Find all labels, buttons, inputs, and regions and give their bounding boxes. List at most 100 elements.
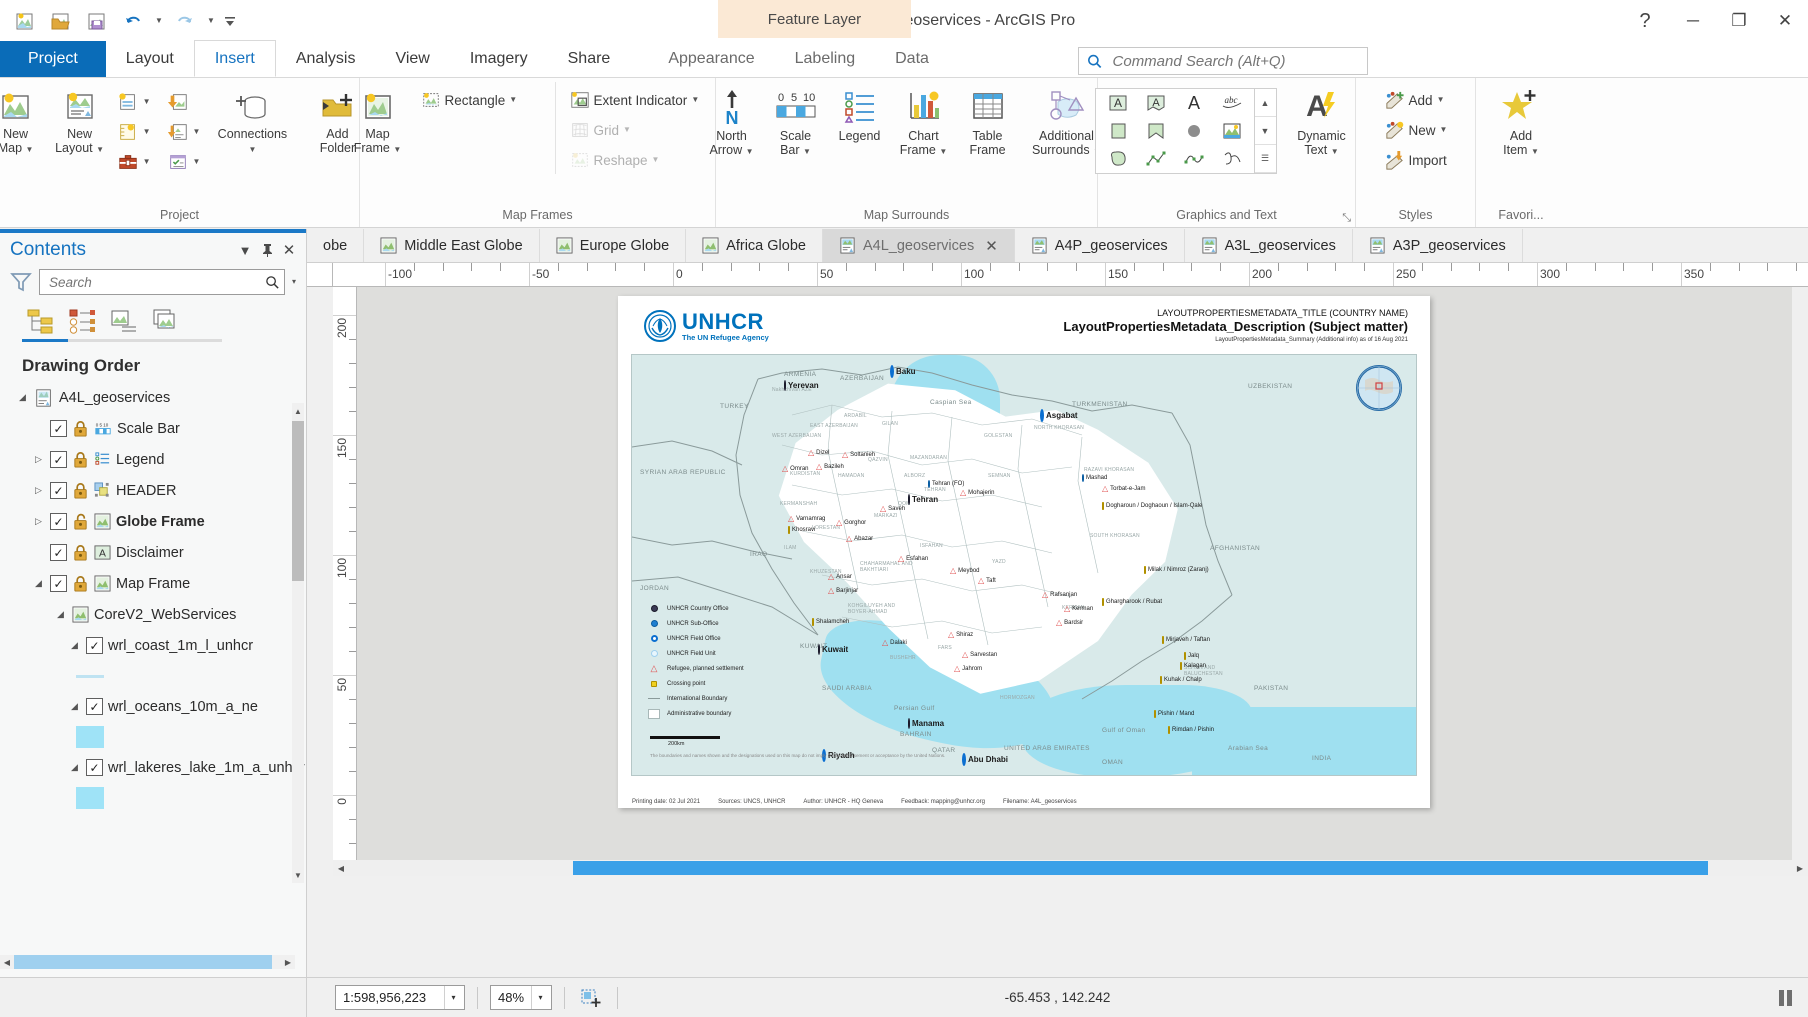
help-icon[interactable]: ?	[1620, 0, 1670, 42]
tree-item-globe-frame[interactable]: ▷ ✓ Globe Frame	[8, 506, 306, 537]
tree-item-legend[interactable]: ▷ ✓ Legend	[8, 444, 306, 475]
ribbon-tab-analysis[interactable]: Analysis	[276, 41, 376, 77]
tree-item-wrl-lakeres[interactable]: ◢ ✓ wrl_lakeres_lake_1m_a_unhcr	[8, 752, 306, 783]
gallery-expand-icon[interactable]: ☰	[1254, 145, 1276, 173]
new-notebook-dropdown-icon[interactable]: ▼	[143, 128, 151, 136]
scroll-down-icon[interactable]: ▼	[292, 867, 304, 883]
expander-icon[interactable]: ◢	[68, 640, 81, 651]
maximize-button[interactable]: ❐	[1716, 0, 1762, 42]
text-spline-icon[interactable]: abc	[1221, 92, 1243, 117]
list-by-selection-tab[interactable]	[64, 305, 100, 337]
view-tab-a4l-geoservices[interactable]: A4L_geoservices ✕	[822, 229, 1015, 262]
canvas-scroll-left-icon[interactable]: ◀	[333, 860, 349, 876]
extent-indicator-dropdown-icon[interactable]: ▼	[691, 96, 699, 104]
minimize-button[interactable]: ─	[1670, 0, 1716, 42]
layout-header[interactable]: UNHCR The UN Refugee Agency LAYOUTPROPER…	[618, 296, 1430, 354]
new-layout-button[interactable]: New Layout ▼	[49, 82, 111, 157]
canvas-horizontal-scrollbar[interactable]: ◀ ▶	[333, 860, 1808, 876]
new-style-dropdown-icon[interactable]: ▼	[1440, 126, 1448, 134]
freehand-polygon-icon[interactable]	[1107, 148, 1129, 173]
visibility-checkbox[interactable]: ✓	[50, 420, 67, 437]
list-by-drawing-order-tab[interactable]	[22, 305, 58, 337]
freehand-line-icon[interactable]	[1221, 148, 1243, 173]
layout-canvas[interactable]: UNHCR The UN Refugee Agency LAYOUTPROPER…	[357, 287, 1808, 860]
visibility-checkbox[interactable]: ✓	[50, 451, 67, 468]
view-tab-a3p-geoservices[interactable]: A3P_geoservices	[1353, 229, 1523, 262]
add-item-dropdown-icon[interactable]: ▼	[1531, 147, 1539, 156]
expander-icon[interactable]: ▷	[32, 516, 45, 527]
gallery-scroll-down-icon[interactable]: ▼	[1254, 117, 1276, 145]
rectangle-dropdown-icon[interactable]: ▼	[509, 96, 517, 104]
new-project-icon[interactable]	[8, 4, 42, 38]
command-search-input[interactable]	[1110, 51, 1359, 71]
visibility-checkbox[interactable]: ✓	[86, 637, 103, 654]
layout-map-frame[interactable]: TURKEY ARMENIA AZERBAIJAN TURKMENISTAN UZBEK…	[631, 354, 1417, 776]
text-rectangle-icon[interactable]: A	[1107, 92, 1129, 117]
add-favorite-item-button[interactable]: Add Item ▼	[1484, 82, 1558, 159]
legend-button[interactable]: Legend	[829, 82, 891, 145]
visibility-checkbox[interactable]: ✓	[50, 513, 67, 530]
map-scale-combo[interactable]: 1:598,956,223 ▾	[335, 985, 465, 1010]
lock-icon[interactable]	[72, 451, 89, 468]
chart-frame-button[interactable]: Chart Frame ▼	[893, 82, 955, 159]
filter-icon[interactable]	[10, 271, 32, 293]
new-notebook-button[interactable]: ▼	[113, 118, 155, 146]
text-plain-icon[interactable]: A	[1183, 92, 1205, 117]
tree-item-a4l-geoservices[interactable]: ◢ A4L_geoservices	[8, 382, 306, 413]
search-icon[interactable]	[265, 275, 280, 290]
pane-menu-icon[interactable]: ▼	[234, 239, 256, 261]
lock-icon[interactable]	[72, 482, 89, 499]
expander-icon[interactable]: ◢	[32, 578, 45, 589]
ribbon-tab-project[interactable]: Project	[0, 41, 106, 77]
ribbon-tab-view[interactable]: View	[375, 41, 449, 77]
tree-item-corev2-webservices[interactable]: ◢ CoreV2_WebServices	[8, 599, 306, 630]
new-style-button[interactable]: New ▼	[1380, 116, 1452, 144]
visibility-checkbox[interactable]: ✓	[50, 575, 67, 592]
polygon-shape-icon[interactable]	[1145, 120, 1167, 145]
north-arrow-dropdown-icon[interactable]: ▼	[746, 147, 754, 156]
view-tab-close-icon[interactable]: ✕	[985, 237, 998, 255]
map-scale-dropdown-icon[interactable]: ▾	[444, 986, 462, 1009]
map-frame-button[interactable]: Map Frame ▼	[341, 82, 415, 157]
expander-icon[interactable]: ▷	[32, 485, 45, 496]
ribbon-tab-labeling[interactable]: Labeling	[775, 41, 876, 77]
tree-item-wrl-oceans[interactable]: ◢ ✓ wrl_oceans_10m_a_ne	[8, 691, 306, 722]
view-tab-a4p-geoservices[interactable]: A4P_geoservices	[1015, 229, 1185, 262]
view-tab-truncated[interactable]: obe	[307, 229, 365, 262]
canvas-scroll-thumb[interactable]	[573, 861, 1708, 875]
lock-icon[interactable]	[72, 575, 89, 592]
ruler-horizontal[interactable]: -100 -50 0 50 100 150 200 250 300 350	[333, 263, 1808, 287]
expander-icon[interactable]: ▷	[32, 454, 45, 465]
contents-search-box[interactable]	[39, 269, 285, 295]
scale-bar-dropdown-icon[interactable]: ▼	[803, 147, 811, 156]
canvas-vertical-scrollbar[interactable]	[1792, 287, 1808, 860]
list-by-snapping-tab[interactable]	[106, 305, 142, 337]
open-project-icon[interactable]	[44, 4, 78, 38]
toolbox-button[interactable]: ▼	[113, 148, 155, 176]
undo-icon[interactable]	[116, 4, 150, 38]
rectangle-shape-icon[interactable]	[1107, 120, 1129, 145]
table-frame-button[interactable]: Table Frame	[957, 82, 1019, 159]
fill-swatch[interactable]	[76, 726, 104, 748]
toolbox-dropdown-icon[interactable]: ▼	[143, 158, 151, 166]
expander-icon[interactable]: ◢	[16, 392, 29, 403]
redo-icon[interactable]	[168, 4, 202, 38]
ruler-vertical[interactable]: 200 150 100 50 0	[333, 287, 357, 860]
dynamic-text-button[interactable]: A Dynamic Text ▼	[1285, 82, 1359, 159]
fill-swatch[interactable]	[76, 787, 104, 809]
circle-shape-icon[interactable]	[1183, 120, 1205, 145]
ribbon-tab-layout[interactable]: Layout	[106, 41, 194, 77]
north-arrow-button[interactable]: N North Arrow ▼	[701, 82, 763, 159]
connections-dropdown-icon[interactable]: ▼	[248, 145, 256, 154]
contents-vertical-scrollbar[interactable]: ▲ ▼	[292, 403, 304, 883]
tree-item-wrl-coast[interactable]: ◢ ✓ wrl_coast_1m_l_unhcr	[8, 630, 306, 661]
scroll-up-icon[interactable]: ▲	[292, 403, 304, 419]
tree-item-map-frame[interactable]: ◢ ✓ Map Frame	[8, 568, 306, 599]
task-dropdown-icon[interactable]: ▼	[193, 158, 201, 166]
scroll-thumb-h[interactable]	[14, 955, 272, 969]
contents-horizontal-scrollbar[interactable]: ◀ ▶	[0, 955, 295, 969]
customize-qat-icon[interactable]	[220, 4, 240, 38]
connections-button[interactable]: Connections ▼	[206, 82, 298, 157]
reshape-dropdown-icon[interactable]: ▼	[652, 156, 660, 164]
view-tab-middle-east-globe[interactable]: Middle East Globe	[364, 229, 540, 262]
